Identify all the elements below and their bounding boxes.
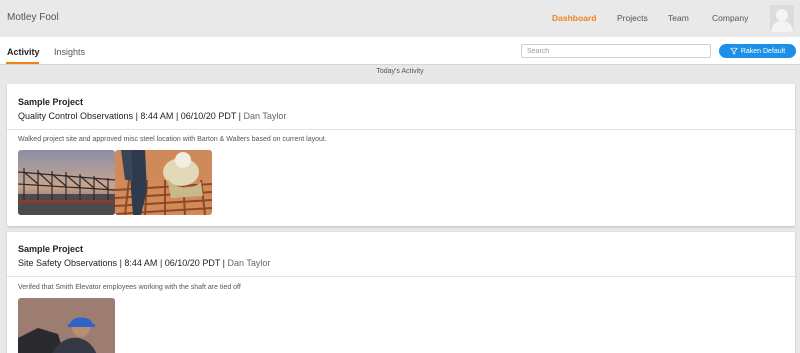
card-divider	[7, 276, 795, 277]
steel-framing-photo[interactable]	[18, 150, 115, 215]
nav-team[interactable]: Team	[668, 13, 689, 23]
filter-button[interactable]: Raken Default	[719, 44, 796, 58]
card-project-name[interactable]: Sample Project	[18, 244, 83, 254]
observation-time: 8:44 AM	[124, 258, 158, 268]
observation-author[interactable]: Dan Taylor	[228, 258, 271, 268]
card-project-name[interactable]: Sample Project	[18, 97, 83, 107]
section-heading: Today's Activity	[376, 68, 424, 75]
brand-name[interactable]: Motley Fool	[7, 12, 59, 23]
nav-company[interactable]: Company	[712, 13, 748, 23]
card-title: Quality Control Observations | 8:44 AM |…	[18, 111, 287, 121]
tab-activity[interactable]: Activity	[7, 47, 40, 57]
observation-date: 06/10/20 PDT	[180, 111, 237, 121]
filter-button-label: Raken Default	[740, 47, 786, 55]
observation-time: 8:44 AM	[140, 111, 174, 121]
user-avatar-icon[interactable]	[770, 5, 794, 32]
card-note: Walked project site and approved misc st…	[18, 136, 327, 143]
worker-hard-hat-photo[interactable]	[18, 298, 115, 353]
activity-card[interactable]: Sample Project Quality Control Observati…	[7, 84, 795, 226]
observation-author[interactable]: Dan Taylor	[244, 111, 287, 121]
sub-toolbar: Activity Insights Raken Default	[0, 37, 800, 65]
activity-card[interactable]: Sample Project Site Safety Observations …	[7, 232, 795, 353]
observation-date: 06/10/20 PDT	[164, 258, 221, 268]
nav-dashboard[interactable]: Dashboard	[552, 13, 596, 23]
card-note: Verifed that Smith Elevator employees wo…	[18, 284, 241, 291]
observation-type: Quality Control Observations	[18, 111, 134, 121]
top-navigation-bar: Motley Fool Dashboard Projects Team Comp…	[0, 0, 800, 37]
tab-insights[interactable]: Insights	[54, 47, 85, 57]
workers-welding-photo[interactable]	[115, 150, 212, 215]
funnel-icon	[730, 47, 738, 55]
active-tab-indicator	[6, 62, 39, 64]
search-input[interactable]	[521, 44, 711, 58]
card-title: Site Safety Observations | 8:44 AM | 06/…	[18, 258, 271, 268]
nav-projects[interactable]: Projects	[617, 13, 648, 23]
observation-type: Site Safety Observations	[18, 258, 118, 268]
card-divider	[7, 129, 795, 130]
